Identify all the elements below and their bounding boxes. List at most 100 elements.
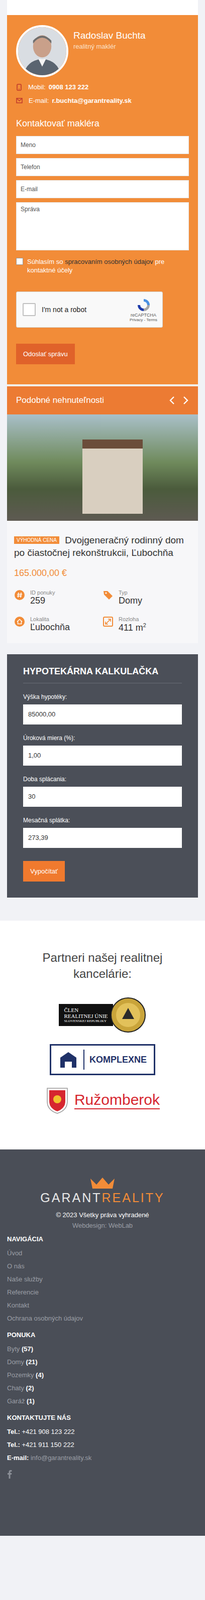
chevron-left-icon[interactable] [168, 396, 176, 406]
facebook-icon[interactable] [7, 1471, 13, 1481]
phone-icon [16, 83, 23, 91]
detail-value: 411 m2 [118, 623, 147, 635]
house-shape [82, 440, 143, 515]
detail-value: Domy [118, 596, 143, 607]
copyright: © 2023 Všetky práva vyhradené [7, 1212, 198, 1221]
detail-item: Lokalita Ľubochňa [14, 617, 103, 635]
area-icon [102, 617, 114, 629]
detail-value: 259 [30, 596, 56, 607]
recaptcha-icon [136, 297, 152, 314]
credit: Webdesign: WebLab [7, 1223, 198, 1232]
contact-form: Meno Telefon E-mail Správa Súhlasím so spra… [16, 136, 189, 365]
offer-link[interactable]: Garáž (1) [7, 1396, 198, 1410]
calculator-label: Mesačná splátka: [23, 817, 182, 826]
agent-role: realitný maklér [73, 42, 146, 51]
text-field[interactable]: Telefon [16, 158, 189, 177]
recaptcha: I'm not a robot reCAPTCHA Privacy - Term… [16, 291, 163, 329]
chevron-right-icon[interactable] [181, 396, 189, 406]
footer-link[interactable]: Úvod [7, 1248, 198, 1262]
partners: Partneri našej realitnej kancelárie: ČLE… [0, 921, 205, 1152]
property-photo[interactable] [7, 415, 198, 522]
agent-phone: Mobil: 0908 123 222 [16, 83, 189, 91]
envelope-icon [16, 97, 23, 104]
calculator-input[interactable]: 30 [23, 787, 182, 808]
detail-label: ID ponuky [30, 590, 56, 597]
contact-line: Tel.: +421 908 123 222 [7, 1427, 198, 1441]
calculator-input[interactable]: 1,00 [23, 746, 182, 767]
calculator-label: Úroková miera (%): [23, 735, 182, 743]
agent-header: Radoslav Buchta realitný maklér [16, 25, 189, 78]
calculate-button[interactable]: Vypočítať [23, 862, 65, 883]
union-logo[interactable]: ČLENREALITNEJ ÚNIESLOVENSKEJ REPUBLIKY [58, 998, 146, 1035]
recaptcha-label: I'm not a robot [41, 305, 130, 315]
message-field[interactable]: Správa [16, 202, 189, 251]
contact-form-title: Kontaktovať makléra [16, 118, 189, 130]
listing-details: ID ponuky 259 Typ Domy Lokalita Ľubochňa… [14, 590, 191, 635]
agent-avatar [16, 25, 69, 78]
footer-link[interactable]: Referencie [7, 1287, 198, 1301]
listing-title[interactable]: VÝHODNÁ CENA Dvojgeneračný rodinný dom p… [14, 534, 191, 560]
detail-item: Rozloha 411 m2 [102, 617, 191, 635]
detail-value: Ľubochňa [30, 623, 70, 634]
detail-label: Typ [118, 590, 143, 597]
agent-name: Radoslav Buchta [73, 30, 146, 42]
detail-item: Typ Domy [102, 590, 191, 607]
offer-link[interactable]: Domy (21) [7, 1357, 198, 1371]
footer-heading: PONUKA [7, 1333, 198, 1341]
content-column: Radoslav Buchta realitný maklér Mobil: 0… [0, 0, 205, 899]
footer: GARANTREALITY © 2023 Všetky práva vyhrad… [0, 1151, 205, 1539]
agent-email: E-mail: r.buchta@garantreality.sk [16, 96, 189, 105]
offer-link[interactable]: Chaty (2) [7, 1383, 198, 1397]
consent-text: Súhlasím so [27, 258, 64, 266]
listing-price: 165.000,00 € [14, 568, 191, 580]
home-icon [14, 617, 26, 629]
calculator-label: Výška hypotéky: [23, 694, 182, 702]
hash-icon [14, 590, 26, 602]
person-icon [18, 27, 67, 76]
consent-row: Súhlasím so spracovaním osobných údajov … [16, 257, 189, 275]
agent-card: Radoslav Buchta realitný maklér Mobil: 0… [7, 15, 198, 385]
offer-link[interactable]: Pozemky (4) [7, 1370, 198, 1384]
price-badge: VÝHODNÁ CENA [14, 537, 60, 545]
city-logo[interactable]: Ružomberok [45, 1087, 160, 1116]
privacy-link[interactable]: spracovaním osobných údajov [64, 258, 154, 266]
contact-line: E-mail: info@garantreality.sk [7, 1453, 198, 1467]
recaptcha-links[interactable]: Privacy - Terms [129, 318, 158, 323]
tag-icon [102, 590, 114, 602]
footer-logo[interactable]: GARANTREALITY [7, 1178, 198, 1207]
submit-button[interactable]: Odoslať správu [16, 344, 75, 365]
similar-properties: Podobné nehnuteľnosti VÝHODNÁ CENA Dvojg… [7, 386, 198, 645]
similar-title: Podobné nehnuteľnosti [16, 395, 105, 406]
footer-heading: NAVIGÁCIA [7, 1237, 198, 1245]
footer-link[interactable]: O nás [7, 1261, 198, 1275]
partners-title: Partneri našej realitnej kancelárie: [30, 951, 175, 984]
detail-item: ID ponuky 259 [14, 590, 103, 607]
calculator-input[interactable]: 273,39 [23, 829, 182, 850]
komplexne-logo[interactable]: KOMPLEXNE [49, 1045, 156, 1077]
similar-header: Podobné nehnuteľnosti [7, 386, 198, 416]
recaptcha-brand: reCAPTCHA [130, 313, 157, 319]
detail-label: Rozloha [118, 617, 147, 624]
detail-label: Lokalita [30, 617, 70, 624]
listing-card: VÝHODNÁ CENA Dvojgeneračný rodinný dom p… [7, 521, 198, 645]
mortgage-calculator: HYPOTEKÁRNA KALKULAČKA Výška hypotéky: 8… [7, 655, 198, 899]
coat-of-arms-icon [45, 1087, 70, 1116]
calculator-title: HYPOTEKÁRNA KALKULAČKA [23, 667, 182, 685]
text-field[interactable]: Meno [16, 136, 189, 155]
top-strip [7, 0, 198, 16]
footer-heading: KONTAKTUJTE NÁS [7, 1415, 198, 1424]
offer-link[interactable]: Byty (57) [7, 1344, 198, 1358]
recaptcha-checkbox[interactable] [22, 303, 36, 317]
footer-link[interactable]: Kontakt [7, 1300, 198, 1314]
page: Radoslav Buchta realitný maklér Mobil: 0… [0, 0, 205, 1600]
crown-icon [89, 1178, 116, 1192]
consent-checkbox[interactable] [16, 258, 24, 266]
calculator-label: Doba splácania: [23, 776, 182, 784]
house-icon [58, 1052, 79, 1071]
footer-link[interactable]: Ochrana osobných údajov [7, 1313, 198, 1327]
contact-line: Tel.: +421 911 150 222 [7, 1440, 198, 1454]
footer-link[interactable]: Naše služby [7, 1274, 198, 1288]
seal-icon [110, 998, 147, 1035]
text-field[interactable]: E-mail [16, 180, 189, 199]
calculator-input[interactable]: 85000,00 [23, 705, 182, 726]
